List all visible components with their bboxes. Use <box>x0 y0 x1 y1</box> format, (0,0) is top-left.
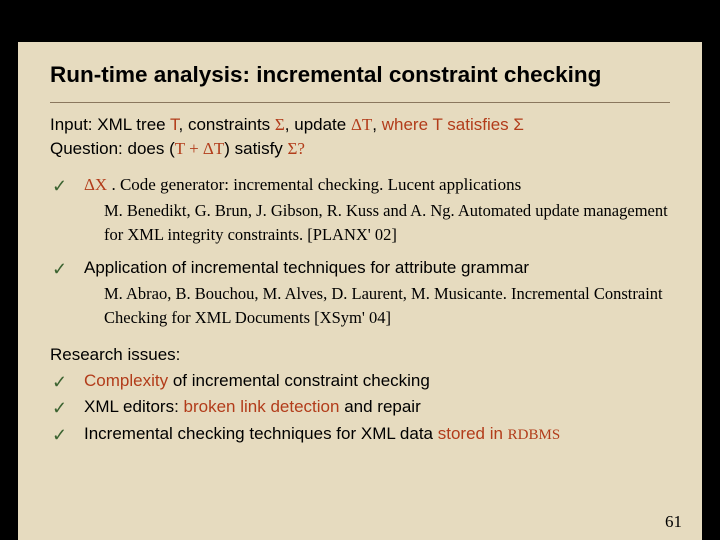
t: and repair <box>339 397 420 416</box>
t: ) satisfy <box>224 139 287 158</box>
slide-body: Input: XML tree T, constraints Σ, update… <box>18 103 702 446</box>
check-icon: ✓ <box>52 370 67 396</box>
t: ΔT <box>351 115 372 134</box>
t: RDBMS <box>508 427 561 443</box>
bullet-2: ✓ Application of incremental techniques … <box>50 256 672 329</box>
t: , <box>372 115 381 134</box>
check-icon: ✓ <box>52 396 67 422</box>
t: Σ? <box>288 139 305 158</box>
t: , update <box>285 115 351 134</box>
check-icon: ✓ <box>52 257 67 283</box>
research-heading: Research issues: <box>50 343 672 367</box>
t: T + ΔT <box>175 139 224 158</box>
t: stored in <box>438 424 508 443</box>
t: of incremental constraint checking <box>168 371 430 390</box>
check-icon: ✓ <box>52 174 67 200</box>
research-item-2: ✓ XML editors: broken link detection and… <box>50 395 672 419</box>
citation-1: M. Benedikt, G. Brun, J. Gibson, R. Kuss… <box>84 199 672 246</box>
t: ΔX <box>84 175 107 194</box>
t: T <box>170 115 179 134</box>
t: Input: XML tree <box>50 115 170 134</box>
slide: Run-time analysis: incremental constrain… <box>18 42 702 540</box>
t: Application of incremental techniques fo… <box>84 258 529 277</box>
bullet-1: ✓ ΔX . Code generator: incremental check… <box>50 173 672 246</box>
t: Incremental checking techniques for XML … <box>84 424 438 443</box>
research-item-3: ✓ Incremental checking techniques for XM… <box>50 422 672 446</box>
t: Complexity <box>84 371 168 390</box>
check-icon: ✓ <box>52 423 67 449</box>
citation-2: M. Abrao, B. Bouchou, M. Alves, D. Laure… <box>84 282 672 329</box>
page-number: 61 <box>665 512 682 532</box>
research-item-1: ✓ Complexity of incremental constraint c… <box>50 369 672 393</box>
t: XML editors: <box>84 397 184 416</box>
t: Σ <box>275 115 285 134</box>
t: broken link detection <box>184 397 340 416</box>
t: . Code generator: incremental checking. … <box>107 175 521 194</box>
slide-title: Run-time analysis: incremental constrain… <box>18 42 702 94</box>
input-line: Input: XML tree T, constraints Σ, update… <box>50 113 672 137</box>
t: where T satisfies Σ <box>382 115 524 134</box>
t: , constraints <box>179 115 275 134</box>
question-line: Question: does (T + ΔT) satisfy Σ? <box>50 137 672 161</box>
intro-block: Input: XML tree T, constraints Σ, update… <box>50 113 672 161</box>
t: Question: does ( <box>50 139 175 158</box>
